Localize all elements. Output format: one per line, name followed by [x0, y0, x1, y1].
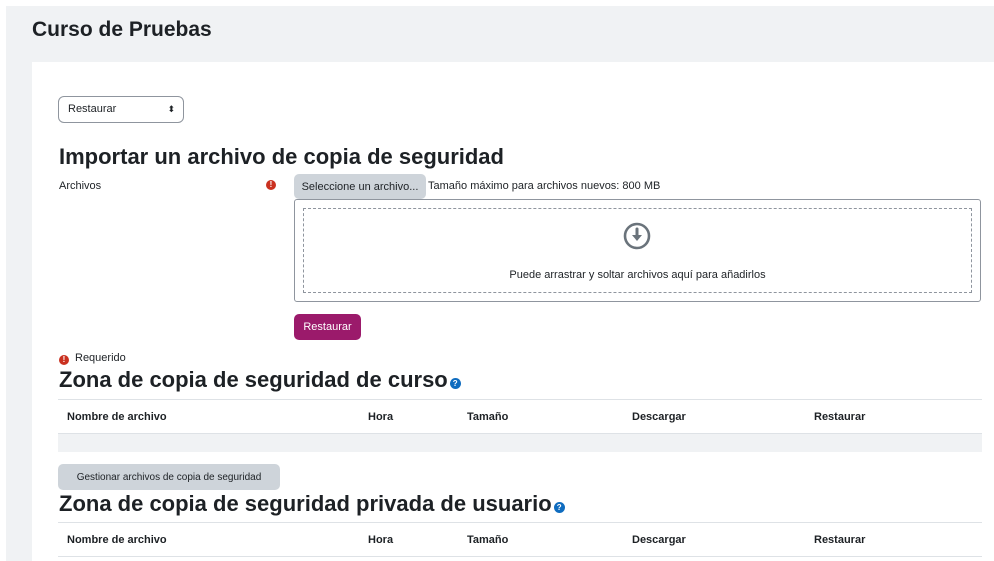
user-zone-help-icon[interactable]: ?: [553, 502, 565, 513]
max-size-text: Tamaño máximo para archivos nuevos: 800 …: [428, 180, 661, 192]
col-download: Descargar: [632, 534, 686, 546]
restore-button[interactable]: Restaurar: [294, 314, 361, 340]
files-label: Archivos: [59, 180, 102, 192]
required-note: ! Requerido: [59, 352, 126, 365]
col-download: Descargar: [632, 411, 686, 423]
page-title: Curso de Pruebas: [32, 18, 212, 41]
col-time: Hora: [368, 534, 394, 546]
file-dropzone[interactable]: Puede arrastrar y soltar archivos aquí p…: [294, 199, 981, 302]
dropzone-text: Puede arrastrar y soltar archivos aquí p…: [509, 269, 766, 281]
main-content: Restaurar ⬍ Importar un archivo de copia…: [32, 62, 994, 561]
col-time: Hora: [368, 411, 394, 423]
user-zone-heading: Zona de copia de seguridad privada de us…: [59, 491, 565, 517]
course-zone-table-empty-row: [58, 434, 982, 452]
course-zone-table-header: Nombre de archivo Hora Tamaño Descargar …: [58, 399, 982, 434]
user-zone-table-header: Nombre de archivo Hora Tamaño Descargar …: [58, 522, 982, 557]
manage-backups-button[interactable]: Gestionar archivos de copia de seguridad: [58, 464, 280, 490]
mode-select[interactable]: Restaurar ⬍: [58, 96, 184, 123]
required-note-icon: !: [59, 355, 69, 365]
mode-select-value: Restaurar: [68, 103, 117, 115]
col-restore: Restaurar: [814, 411, 866, 423]
col-filename: Nombre de archivo: [67, 411, 167, 423]
required-note-text: Requerido: [75, 352, 126, 364]
col-size: Tamaño: [467, 411, 509, 423]
select-caret-icon: ⬍: [167, 104, 175, 114]
required-icon: !: [266, 180, 276, 190]
dropzone-dashed-area[interactable]: Puede arrastrar y soltar archivos aquí p…: [303, 208, 972, 293]
select-file-button[interactable]: Seleccione un archivo...: [294, 174, 426, 199]
user-zone-title: Zona de copia de seguridad privada de us…: [59, 491, 552, 516]
download-arrow-icon: [623, 222, 651, 250]
col-size: Tamaño: [467, 534, 509, 546]
course-zone-title: Zona de copia de seguridad de curso: [59, 367, 448, 392]
course-zone-help-icon[interactable]: ?: [449, 378, 461, 389]
col-restore: Restaurar: [814, 534, 866, 546]
outer-strip: [6, 62, 32, 561]
col-filename: Nombre de archivo: [67, 534, 167, 546]
import-heading: Importar un archivo de copia de segurida…: [59, 144, 504, 169]
course-zone-heading: Zona de copia de seguridad de curso?: [59, 367, 461, 393]
